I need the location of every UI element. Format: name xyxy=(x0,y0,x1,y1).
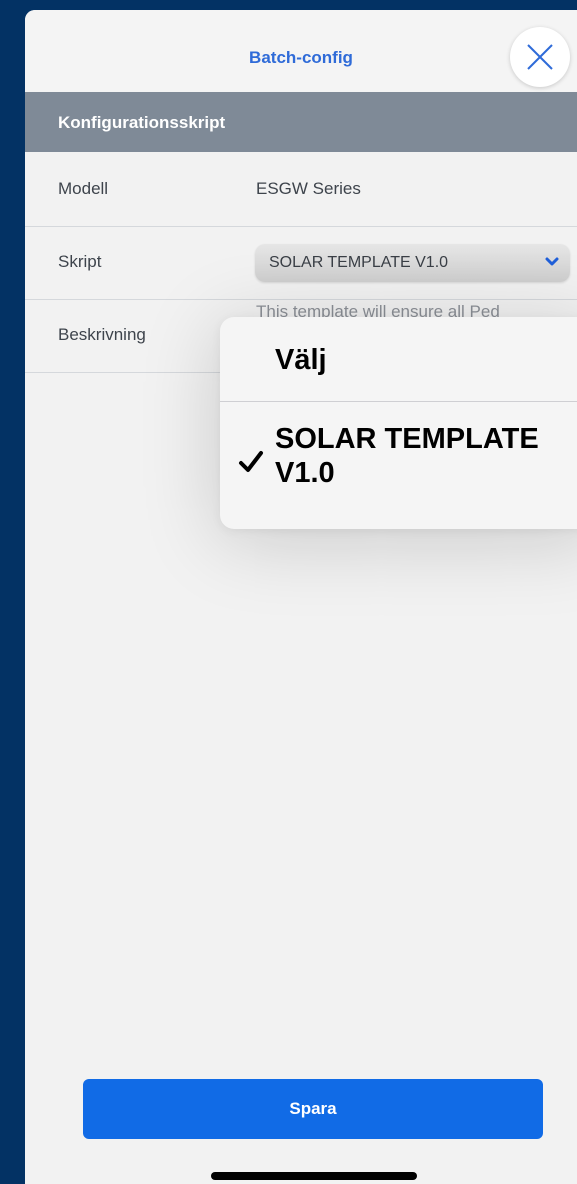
model-value: ESGW Series xyxy=(256,179,361,198)
home-indicator[interactable] xyxy=(211,1172,417,1180)
dropdown-option-label: SOLAR TEMPLATE V1.0 xyxy=(275,423,539,489)
section-header: Konfigurationsskript xyxy=(25,92,577,152)
script-label: Skript xyxy=(58,252,102,271)
header: Batch-config xyxy=(25,10,577,93)
description-label: Beskrivning xyxy=(58,325,146,344)
page-title: Batch-config xyxy=(249,48,353,67)
batch-config-sheet: Batch-config Konfigurationsskript Modell… xyxy=(25,10,577,1184)
script-select-value: SOLAR TEMPLATE V1.0 xyxy=(269,254,449,271)
dropdown-option-label: Välj xyxy=(275,344,327,376)
model-label: Modell xyxy=(58,179,109,198)
save-button[interactable]: Spara xyxy=(83,1079,543,1139)
close-button[interactable] xyxy=(510,27,570,87)
chevron-down-icon xyxy=(545,257,559,266)
save-button-label: Spara xyxy=(289,1099,337,1118)
checkmark-icon xyxy=(239,451,263,472)
close-icon xyxy=(527,44,553,70)
dropdown-option-solar-template[interactable]: SOLAR TEMPLATE V1.0 xyxy=(220,402,577,529)
script-dropdown-menu: Välj SOLAR TEMPLATE V1.0 xyxy=(220,317,577,529)
model-row: Modell ESGW Series xyxy=(25,153,577,227)
script-row: Skript SOLAR TEMPLATE V1.0 xyxy=(25,226,577,300)
section-title: Konfigurationsskript xyxy=(58,113,226,132)
script-select[interactable]: SOLAR TEMPLATE V1.0 xyxy=(255,244,570,282)
dropdown-option-valj[interactable]: Välj xyxy=(220,317,577,402)
